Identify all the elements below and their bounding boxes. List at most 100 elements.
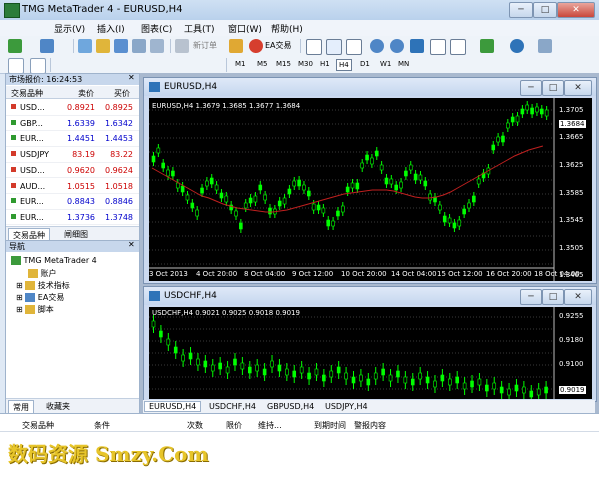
trendline-icon[interactable] — [96, 58, 110, 72]
market-watch-row[interactable]: EUR... 1.3736 1.3748 — [6, 210, 139, 226]
tf-d1[interactable]: D1 — [358, 59, 372, 69]
tf-mn[interactable]: MN — [396, 59, 411, 69]
candle-body — [530, 107, 534, 115]
menu-view[interactable]: 显示(V) — [54, 22, 85, 35]
close-icon[interactable]: ✕ — [128, 240, 135, 249]
line-chart-icon[interactable] — [346, 39, 362, 55]
tester-icon[interactable] — [150, 39, 164, 53]
ea-icon[interactable] — [229, 39, 243, 53]
cursor-icon[interactable] — [8, 58, 24, 74]
menu-chart[interactable]: 图表(C) — [141, 22, 172, 35]
candle-body — [365, 154, 369, 161]
chart-shift-icon[interactable] — [430, 39, 446, 55]
tile-windows-icon[interactable] — [410, 39, 424, 53]
market-watch-row[interactable]: GBP... 1.6339 1.6342 — [6, 116, 139, 132]
candle-body — [322, 374, 326, 382]
expand-icon[interactable]: ⊞ — [16, 305, 23, 314]
chart-tab-eurusd[interactable]: EURUSD,H4 — [144, 401, 202, 412]
autoscroll-icon[interactable] — [450, 39, 466, 55]
horizontal-line-icon[interactable] — [76, 58, 90, 72]
autotrading-icon[interactable] — [249, 39, 263, 53]
profiles-icon[interactable] — [40, 39, 54, 53]
tf-h4[interactable]: H4 — [336, 59, 352, 71]
crosshair-icon[interactable] — [30, 58, 46, 74]
time-axis-label: 14 Oct 04:00 — [391, 270, 437, 278]
chart-maximize-button[interactable]: □ — [542, 289, 564, 305]
nav-indicators[interactable]: ⊞ 技术指标 — [16, 280, 70, 291]
zoom-in-icon[interactable] — [370, 39, 384, 53]
col-expiration[interactable]: 到期时间 — [314, 420, 346, 431]
chart-maximize-button[interactable]: □ — [542, 80, 564, 96]
channel-icon[interactable] — [116, 58, 130, 72]
arrows-icon[interactable] — [204, 58, 218, 72]
minimize-button[interactable]: ─ — [509, 2, 533, 18]
candlestick-icon[interactable] — [326, 39, 342, 55]
nav-scripts[interactable]: ⊞ 脚本 — [16, 304, 54, 315]
chart-tab-gbpusd[interactable]: GBPUSD,H4 — [267, 402, 314, 411]
market-watch-row[interactable]: USD... 0.9620 0.9624 — [6, 163, 139, 179]
candle-body — [388, 374, 393, 382]
col-symbol[interactable]: 交易品种 — [11, 88, 43, 99]
col-ask[interactable]: 买价 — [114, 88, 130, 99]
bar-chart-icon[interactable] — [306, 39, 322, 55]
col-counter[interactable]: 次数 — [187, 420, 203, 431]
expand-icon[interactable]: ⊞ — [16, 281, 23, 290]
maximize-button[interactable]: □ — [533, 2, 557, 18]
new-order-icon[interactable] — [175, 39, 189, 53]
zoom-out-icon[interactable] — [390, 39, 404, 53]
ea-trading-button[interactable]: EA交易 — [265, 40, 292, 51]
indicators-icon[interactable] — [480, 39, 494, 53]
chart-tab-usdjpy[interactable]: USDJPY,H4 — [325, 402, 368, 411]
new-chart-icon[interactable] — [8, 39, 22, 53]
chart-close-button[interactable]: ✕ — [564, 80, 592, 96]
tf-m5[interactable]: M5 — [255, 59, 270, 69]
periods-icon[interactable] — [510, 39, 524, 53]
market-watch-row[interactable]: EUR... 1.4451 1.4453 — [6, 131, 139, 147]
tf-m15[interactable]: M15 — [274, 59, 293, 69]
market-watch-row[interactable]: USDJPY 83.19 83.22 — [6, 147, 139, 163]
expand-icon[interactable]: ⊞ — [16, 293, 23, 302]
col-symbol[interactable]: 交易品种 — [22, 420, 54, 431]
market-watch-row[interactable]: AUD... 1.0515 1.0518 — [6, 179, 139, 194]
new-order-button[interactable]: 新订单 — [193, 40, 217, 51]
templates-icon[interactable] — [538, 39, 552, 53]
nav-root[interactable]: TMG MetaTrader 4 — [11, 256, 97, 265]
tf-w1[interactable]: W1 — [378, 59, 393, 69]
col-condition[interactable]: 条件 — [94, 420, 110, 431]
col-limit[interactable]: 限价 — [226, 420, 242, 431]
menu-window[interactable]: 窗口(W) — [228, 22, 262, 35]
col-bid[interactable]: 卖价 — [78, 88, 94, 99]
candle-body — [355, 182, 360, 190]
close-icon[interactable]: ✕ — [128, 73, 135, 82]
market-watch-row[interactable]: EUR... 0.8843 0.8846 — [6, 194, 139, 210]
fibo-icon[interactable] — [138, 58, 152, 72]
chart-tab-usdchf[interactable]: USDCHF,H4 — [209, 402, 256, 411]
nav-experts[interactable]: ⊞ EA交易 — [16, 292, 64, 303]
tf-m1[interactable]: M1 — [233, 59, 248, 69]
tab-favorites[interactable]: 收藏夹 — [46, 401, 70, 412]
tf-m30[interactable]: M30 — [296, 59, 315, 69]
chart-minimize-button[interactable]: ─ — [520, 80, 542, 96]
chart-close-button[interactable]: ✕ — [564, 289, 592, 305]
price-chart-usdchf[interactable]: USDCHF,H4 0.9021 0.9025 0.9018 0.9019 0.… — [149, 307, 592, 399]
vertical-line-icon[interactable] — [56, 58, 70, 72]
navigator-icon[interactable] — [114, 39, 128, 53]
price-chart-eurusd[interactable]: EURUSD,H4 1.3679 1.3685 1.3677 1.3684 1.… — [149, 98, 592, 281]
market-watch-row[interactable]: USD... 0.8921 0.8925 — [6, 100, 139, 116]
label-icon[interactable] — [182, 58, 196, 72]
candle-body — [277, 364, 282, 372]
menu-help[interactable]: 帮助(H) — [271, 22, 303, 35]
col-event[interactable]: 警报内容 — [354, 420, 386, 431]
close-button[interactable]: ✕ — [557, 2, 595, 18]
menu-tools[interactable]: 工具(T) — [184, 22, 215, 35]
tab-tick-chart[interactable]: 闸细图 — [64, 229, 88, 240]
nav-accounts[interactable]: 账户 — [28, 268, 57, 279]
menu-insert[interactable]: 插入(I) — [97, 22, 125, 35]
col-timeout[interactable]: 维持... — [258, 420, 282, 431]
data-window-icon[interactable] — [96, 39, 110, 53]
terminal-icon[interactable] — [132, 39, 146, 53]
chart-minimize-button[interactable]: ─ — [520, 289, 542, 305]
tf-h1[interactable]: H1 — [318, 59, 332, 69]
text-icon[interactable] — [160, 58, 174, 72]
market-watch-icon[interactable] — [78, 39, 92, 53]
